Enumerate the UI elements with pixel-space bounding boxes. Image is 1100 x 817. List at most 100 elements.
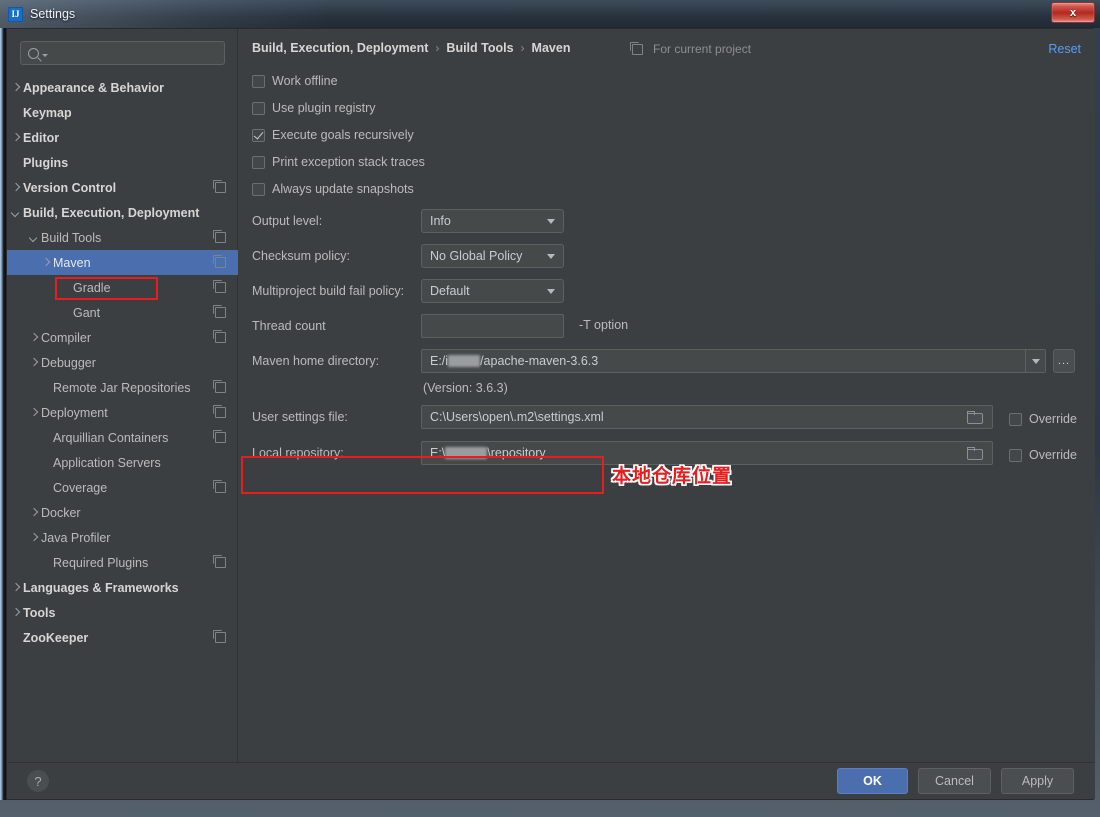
multiproject-policy-select[interactable]: Default <box>421 279 564 303</box>
sidebar-item-gant[interactable]: Gant <box>7 300 238 325</box>
chevron-right-icon[interactable] <box>11 83 21 93</box>
redacted-path-segment <box>448 355 481 367</box>
sidebar-item-keymap[interactable]: Keymap <box>7 100 238 125</box>
sidebar-item-label: Compiler <box>41 330 92 345</box>
sidebar-item-build-execution-deployment[interactable]: Build, Execution, Deployment <box>7 200 238 225</box>
search-input[interactable] <box>20 41 225 65</box>
sidebar-item-application-servers[interactable]: Application Servers <box>7 450 238 475</box>
sidebar-item-compiler[interactable]: Compiler <box>7 325 238 350</box>
folder-icon[interactable] <box>967 447 983 460</box>
breadcrumb-item-1[interactable]: Build Tools <box>446 41 513 55</box>
sidebar-item-deployment[interactable]: Deployment <box>7 400 238 425</box>
chevron-right-icon[interactable] <box>29 333 39 343</box>
sidebar-item-label: Plugins <box>23 155 69 170</box>
checkbox-print-exception-stack-traces[interactable]: Print exception stack traces <box>252 153 425 171</box>
redacted-path-segment <box>445 447 488 459</box>
sidebar-item-maven[interactable]: Maven <box>7 250 238 275</box>
maven-home-input[interactable]: E:/i/apache-maven-3.6.3 <box>421 349 1046 373</box>
chevron-right-icon[interactable] <box>29 533 39 543</box>
local-repository-override[interactable]: Override <box>1009 446 1077 464</box>
apply-button[interactable]: Apply <box>1001 768 1074 794</box>
ok-button[interactable]: OK <box>837 768 908 794</box>
chevron-right-icon[interactable] <box>11 183 21 193</box>
folder-icon[interactable] <box>967 411 983 424</box>
checkbox-use-plugin-registry[interactable]: Use plugin registry <box>252 99 376 117</box>
close-icon[interactable]: x <box>1051 2 1095 23</box>
sidebar-item-zookeeper[interactable]: ZooKeeper <box>7 625 238 650</box>
sidebar-item-build-tools[interactable]: Build Tools <box>7 225 238 250</box>
checkbox-box[interactable] <box>252 155 265 169</box>
sidebar-item-gradle[interactable]: Gradle <box>7 275 238 300</box>
output-level-row: Output level: <box>252 209 322 233</box>
thread-count-row: Thread count <box>252 314 326 338</box>
checkbox-always-update-snapshots[interactable]: Always update snapshots <box>252 180 414 198</box>
sidebar-item-plugins[interactable]: Plugins <box>7 150 238 175</box>
sidebar-item-docker[interactable]: Docker <box>7 500 238 525</box>
chevron-right-icon[interactable] <box>11 583 21 593</box>
chevron-right-icon[interactable] <box>29 358 39 368</box>
sidebar-item-arquillian-containers[interactable]: Arquillian Containers <box>7 425 238 450</box>
maven-home-dropdown-button[interactable] <box>1025 350 1045 372</box>
checkbox-execute-goals-recursively[interactable]: Execute goals recursively <box>252 126 414 144</box>
chevron-right-icon[interactable] <box>11 133 21 143</box>
sidebar-item-required-plugins[interactable]: Required Plugins <box>7 550 238 575</box>
breadcrumb-item-0[interactable]: Build, Execution, Deployment <box>252 41 428 55</box>
sidebar-item-java-profiler[interactable]: Java Profiler <box>7 525 238 550</box>
sidebar-item-label: Debugger <box>41 355 96 370</box>
chevron-down-icon[interactable] <box>29 233 39 243</box>
breadcrumb-separator: › <box>435 41 440 55</box>
title-bar: IJ Settings x <box>0 0 1100 28</box>
copy-icon <box>213 255 226 268</box>
copy-icon <box>213 180 226 193</box>
user-settings-row: User settings file: <box>252 405 348 429</box>
user-settings-input[interactable]: C:\Users\open\.m2\settings.xml <box>421 405 993 429</box>
sidebar-item-appearance-behavior[interactable]: Appearance & Behavior <box>7 75 238 100</box>
reset-link[interactable]: Reset <box>1048 42 1081 56</box>
checkbox-box[interactable] <box>1009 448 1022 462</box>
chevron-right-icon[interactable] <box>29 508 39 518</box>
sidebar-item-label: Arquillian Containers <box>53 430 169 445</box>
chevron-right-icon[interactable] <box>41 258 51 268</box>
maven-home-browse-button[interactable]: ... <box>1053 349 1075 373</box>
help-button[interactable]: ? <box>27 770 49 792</box>
output-level-value: Info <box>430 214 451 228</box>
chevron-down-icon[interactable] <box>11 208 21 218</box>
sidebar-item-label: Languages & Frameworks <box>23 580 179 595</box>
sidebar-item-coverage[interactable]: Coverage <box>7 475 238 500</box>
copy-icon <box>213 430 226 443</box>
checkbox-box[interactable] <box>1009 412 1022 426</box>
copy-icon <box>213 330 226 343</box>
sidebar-item-label: Build, Execution, Deployment <box>23 205 200 220</box>
sidebar-item-editor[interactable]: Editor <box>7 125 238 150</box>
checksum-policy-select[interactable]: No Global Policy <box>421 244 564 268</box>
multiproject-policy-row: Multiproject build fail policy: <box>252 279 404 303</box>
user-settings-override[interactable]: Override <box>1009 410 1077 428</box>
checkbox-label: Use plugin registry <box>272 101 376 115</box>
copy-icon <box>213 280 226 293</box>
sidebar-item-debugger[interactable]: Debugger <box>7 350 238 375</box>
sidebar-item-tools[interactable]: Tools <box>7 600 238 625</box>
checkbox-box[interactable] <box>252 128 265 142</box>
user-settings-value: C:\Users\open\.m2\settings.xml <box>430 410 604 424</box>
output-level-select[interactable]: Info <box>421 209 564 233</box>
checkbox-label: Override <box>1029 448 1077 462</box>
search-icon <box>28 47 39 59</box>
sidebar-item-languages-frameworks[interactable]: Languages & Frameworks <box>7 575 238 600</box>
breadcrumb-item-2[interactable]: Maven <box>532 41 571 55</box>
sidebar-item-version-control[interactable]: Version Control <box>7 175 238 200</box>
user-settings-label: User settings file: <box>252 410 348 424</box>
checkbox-box[interactable] <box>252 101 265 115</box>
thread-count-input[interactable] <box>421 314 564 338</box>
local-repository-value-suffix: \repository <box>487 446 546 460</box>
checkbox-work-offline[interactable]: Work offline <box>252 72 338 90</box>
sidebar-item-label: Deployment <box>41 405 108 420</box>
maven-settings-panel: Build, Execution, Deployment › Build Too… <box>239 29 1095 764</box>
checkbox-box[interactable] <box>252 182 265 196</box>
sidebar-item-remote-jar-repositories[interactable]: Remote Jar Repositories <box>7 375 238 400</box>
chevron-right-icon[interactable] <box>29 408 39 418</box>
cancel-button[interactable]: Cancel <box>918 768 991 794</box>
checkbox-box[interactable] <box>252 74 265 88</box>
scope-label: For current project <box>653 42 752 56</box>
scope-indicator: For current project <box>629 41 752 56</box>
chevron-right-icon[interactable] <box>11 608 21 618</box>
